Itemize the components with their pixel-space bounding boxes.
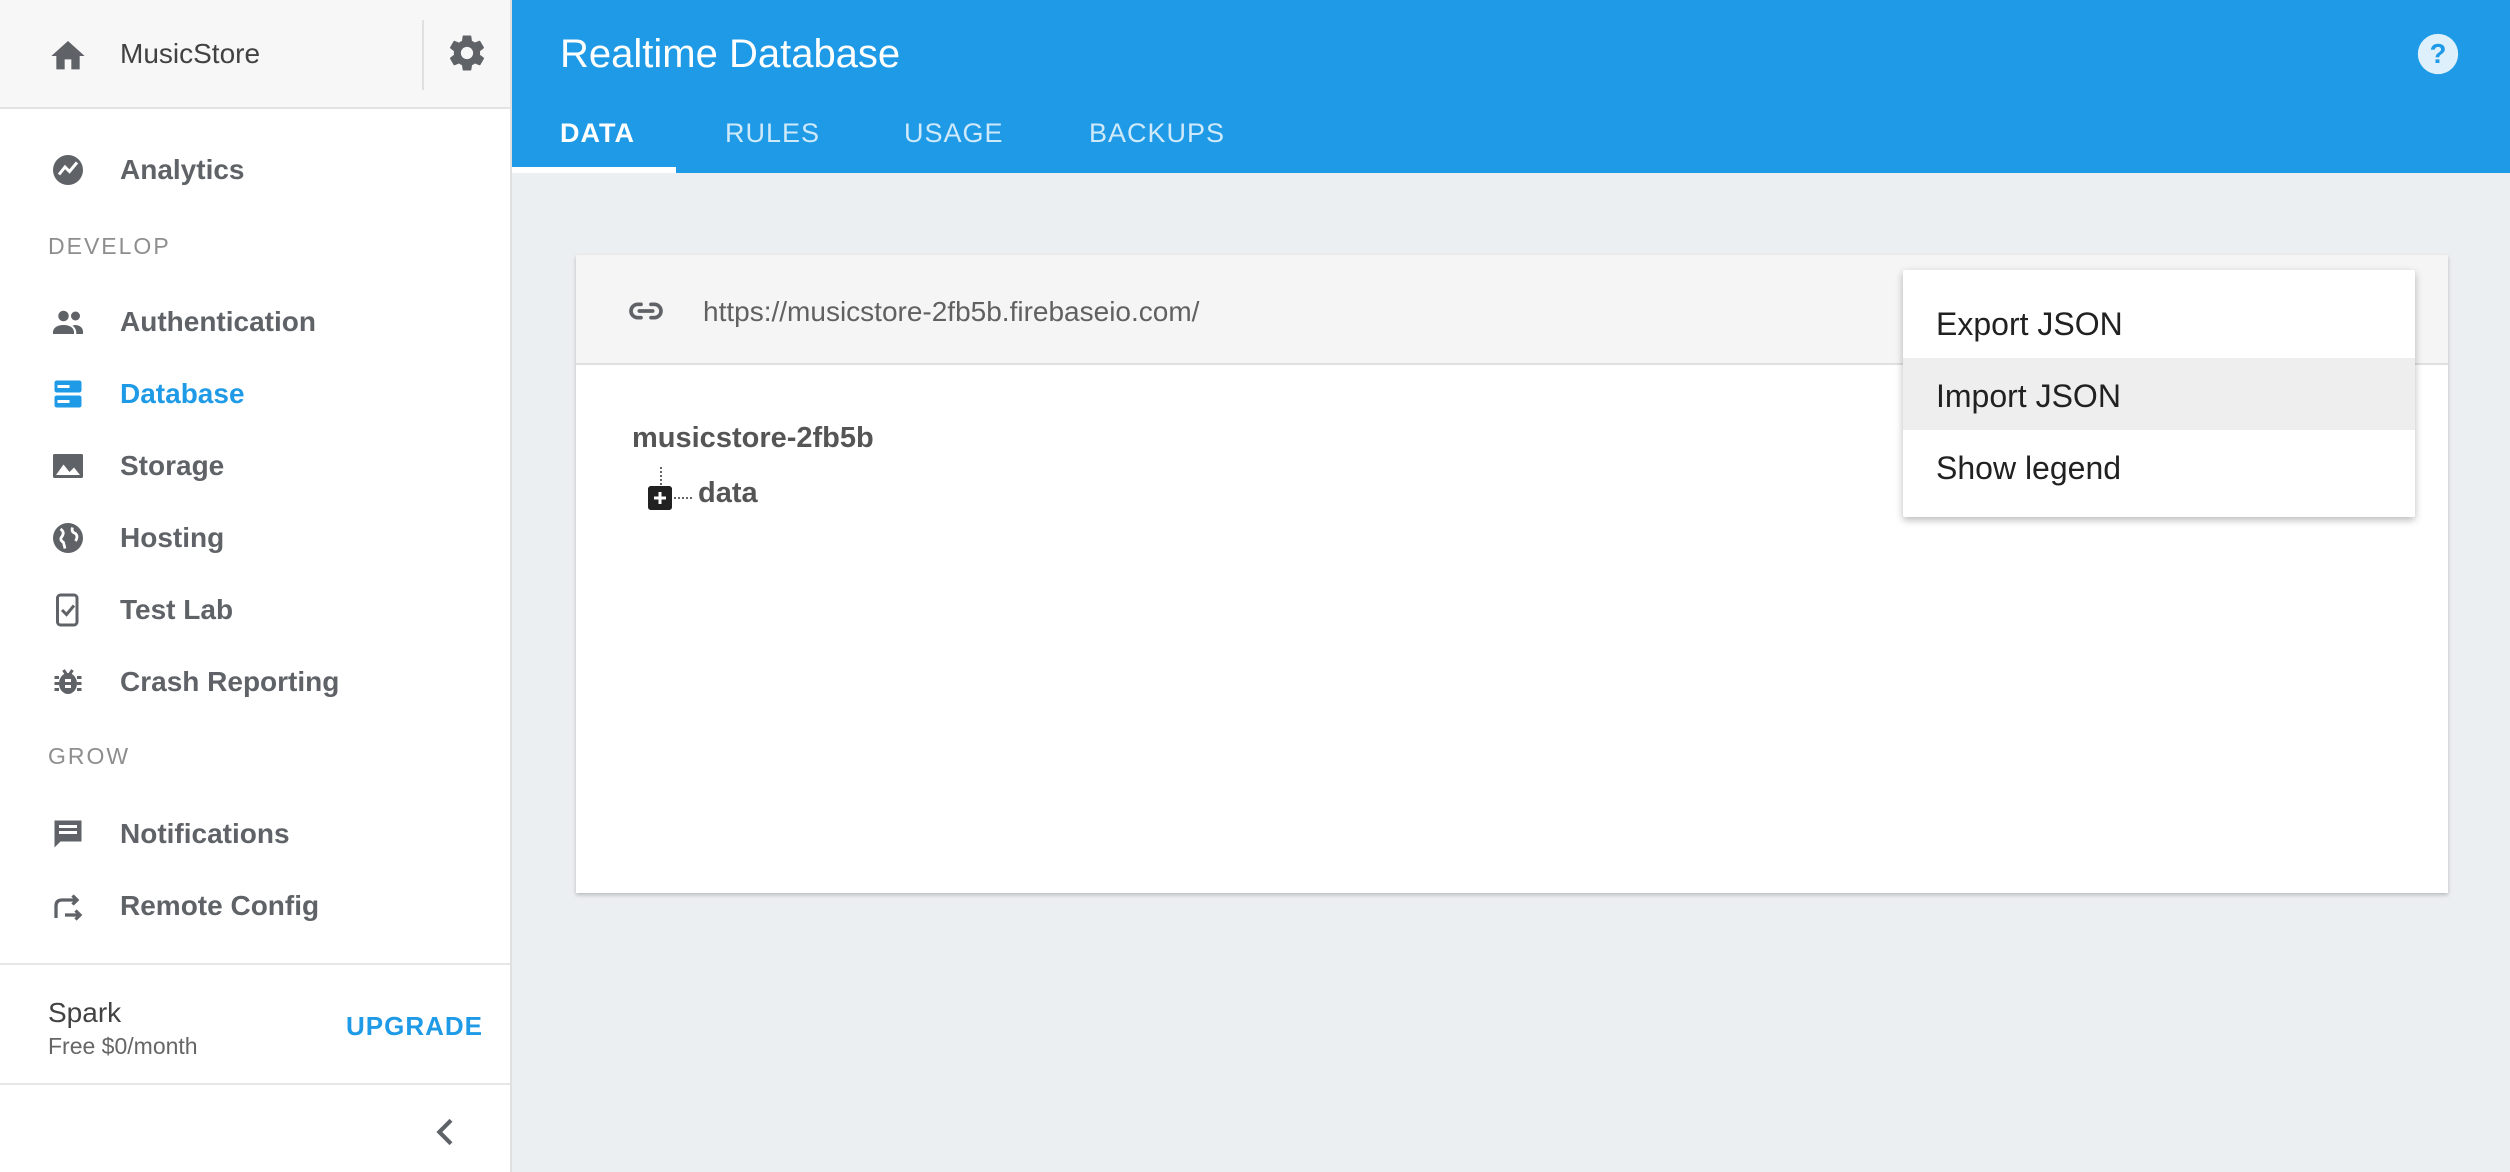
sidebar-item-authentication[interactable]: Authentication [0, 290, 510, 354]
sidebar: MusicStore Analytics DEVELOP Authenticat… [0, 0, 512, 1172]
people-icon [53, 310, 83, 334]
page-title: Realtime Database [560, 32, 901, 76]
chevron-left-icon[interactable] [426, 1112, 466, 1152]
header-divider [422, 20, 424, 90]
svg-text:?: ? [2430, 38, 2447, 69]
menu-item-label: Show legend [1936, 450, 2122, 486]
section-label-grow: GROW [48, 743, 131, 769]
active-tab-indicator [512, 167, 676, 173]
chat-icon [54, 820, 82, 848]
sidebar-item-remote-config[interactable]: Remote Config [0, 874, 510, 938]
plan-footer: Spark Free $0/month UPGRADE [0, 963, 510, 1085]
menu-item-show-legend[interactable]: Show legend [1903, 430, 2415, 502]
menu-item-export-json[interactable]: Export JSON [1903, 286, 2415, 358]
link-icon [629, 302, 663, 320]
tab-rules[interactable]: RULES [725, 118, 820, 149]
project-name[interactable]: MusicStore [120, 38, 260, 70]
sidebar-item-label: Database [120, 378, 245, 409]
sidebar-header: MusicStore [0, 0, 510, 109]
plan-price: Free $0/month [48, 1033, 198, 1059]
tab-data[interactable]: DATA [560, 118, 635, 149]
sidebar-item-crash-reporting[interactable]: Crash Reporting [0, 650, 510, 714]
section-label-develop: DEVELOP [48, 233, 171, 259]
upgrade-button[interactable]: UPGRADE [346, 1011, 483, 1042]
sidebar-item-database[interactable]: Database [0, 362, 510, 426]
tree-root-node[interactable]: musicstore-2fb5b [632, 422, 874, 455]
image-icon [53, 454, 83, 478]
plan-name: Spark [48, 997, 122, 1028]
expand-plus-icon[interactable] [648, 486, 672, 510]
menu-item-label: Import JSON [1936, 378, 2121, 414]
database-icon [54, 380, 82, 408]
tab-backups[interactable]: BACKUPS [1089, 118, 1225, 149]
sidebar-item-test-lab[interactable]: Test Lab [0, 578, 510, 642]
sidebar-item-label: Crash Reporting [120, 666, 340, 697]
analytics-icon [53, 155, 83, 185]
menu-item-import-json[interactable]: Import JSON [1903, 358, 2415, 430]
globe-icon [53, 523, 83, 553]
sidebar-item-storage[interactable]: Storage [0, 434, 510, 498]
sidebar-item-label: Hosting [120, 522, 225, 553]
home-icon[interactable] [48, 36, 88, 76]
sidebar-item-analytics[interactable]: Analytics [0, 138, 510, 202]
gear-icon[interactable] [446, 32, 488, 74]
tree-connector [674, 497, 692, 499]
sidebar-item-hosting[interactable]: Hosting [0, 506, 510, 570]
app-bar: Realtime Database ? DATA RULES USAGE BAC… [512, 0, 2510, 173]
device-check-icon [56, 593, 79, 627]
sidebar-item-label: Remote Config [120, 890, 320, 921]
database-url[interactable]: https://musicstore-2fb5b.firebaseio.com/ [703, 296, 1199, 328]
sidebar-item-label: Test Lab [120, 594, 234, 625]
sidebar-item-label: Notifications [120, 818, 290, 849]
tree-child-node[interactable]: data [698, 477, 758, 510]
menu-item-label: Export JSON [1936, 306, 2123, 342]
swap-icon [54, 894, 83, 921]
sidebar-item-label: Storage [120, 450, 225, 481]
bug-icon [54, 669, 82, 694]
tab-usage[interactable]: USAGE [904, 118, 1004, 149]
sidebar-item-notifications[interactable]: Notifications [0, 802, 510, 866]
help-icon[interactable]: ? [2416, 32, 2460, 76]
sidebar-item-label: Analytics [120, 154, 245, 185]
overflow-menu: Export JSON Import JSON Show legend [1903, 270, 2415, 517]
sidebar-item-label: Authentication [120, 306, 316, 337]
